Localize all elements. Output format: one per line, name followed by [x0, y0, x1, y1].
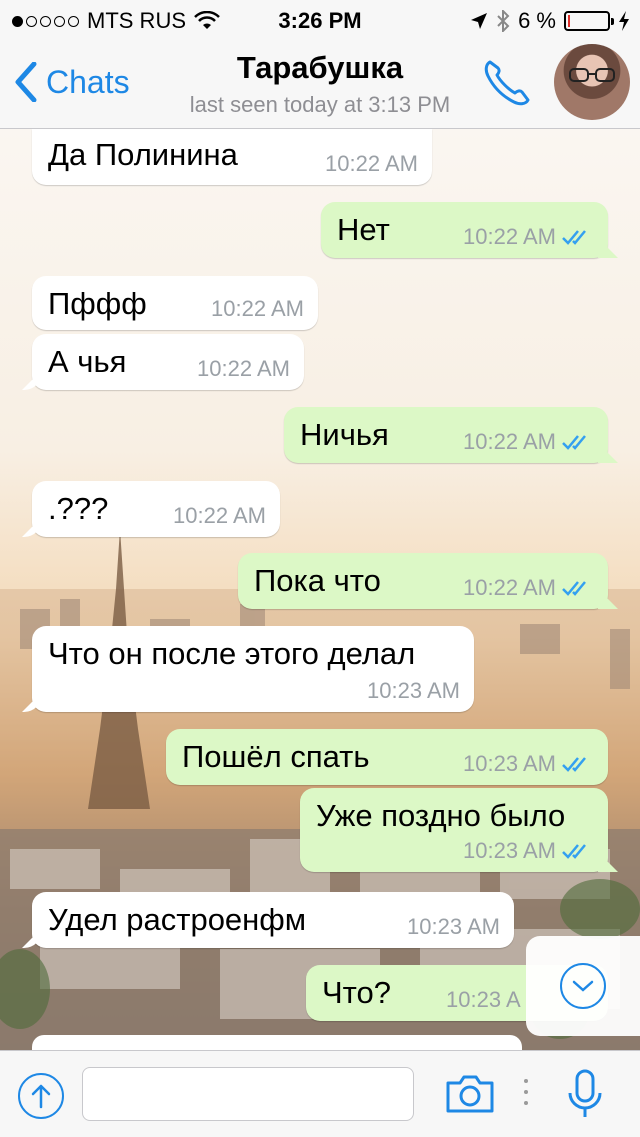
incoming-message[interactable]: Удел растроенфм 10:23 AM: [32, 892, 514, 948]
message-text: Пока что: [254, 563, 381, 598]
back-label: Chats: [46, 63, 130, 100]
message-text: Уже поздно было: [316, 798, 566, 833]
next-message-preview: [32, 1035, 522, 1050]
message-timestamp: 10:22 AM: [211, 296, 304, 321]
message-text: .???: [48, 491, 109, 526]
chat-header: Chats Тарабушка last seen today at 3:13 …: [0, 40, 640, 129]
incoming-message[interactable]: Да Полинина 10:22 AM: [32, 129, 432, 185]
phone-call-icon[interactable]: [482, 56, 530, 108]
contact-name[interactable]: Тарабушка: [150, 50, 490, 86]
status-right: 6 %: [470, 8, 630, 34]
scroll-to-bottom-button[interactable]: [526, 936, 640, 1036]
battery-percent: 6 %: [518, 8, 556, 33]
outgoing-message[interactable]: Нет 10:22 AM: [321, 202, 608, 258]
message-timestamp: 10:22 AM: [325, 151, 418, 176]
battery-icon: [564, 11, 614, 31]
message-timestamp: 10:23 A: [446, 987, 521, 1012]
message-time: 10:23 AM: [367, 678, 460, 704]
read-receipt-icon: [562, 230, 586, 245]
message-timestamp: 10:22 AM: [463, 575, 556, 600]
message-text: Да Полинина: [48, 137, 238, 172]
message-time: 10:22 AM: [211, 296, 304, 322]
chevron-left-icon: [15, 62, 37, 102]
message-timestamp: 10:22 AM: [463, 429, 556, 454]
divider-dots-icon: [524, 1079, 528, 1105]
outgoing-message[interactable]: Уже поздно было 10:23 AM: [300, 788, 608, 872]
message-text: Пошёл спать: [182, 739, 370, 774]
read-receipt-icon: [562, 844, 586, 859]
message-timestamp: 10:22 AM: [197, 356, 290, 381]
message-time: 10:22 AM: [463, 429, 594, 455]
message-timestamp: 10:23 AM: [463, 751, 556, 776]
outgoing-message[interactable]: Ничья 10:22 AM: [284, 407, 608, 463]
message-time: 10:23 AM: [463, 838, 594, 864]
message-timestamp: 10:23 AM: [367, 678, 460, 703]
message-time: 10:23 AM: [463, 751, 594, 777]
status-bar: MTS RUS 3:26 PM 6 %: [0, 0, 640, 40]
location-arrow-icon: [471, 13, 488, 29]
message-text: Удел растроенфм: [48, 902, 307, 937]
microphone-icon[interactable]: [566, 1069, 604, 1121]
message-time: 10:23 A: [446, 987, 521, 1013]
outgoing-message[interactable]: Пошёл спать 10:23 AM: [166, 729, 608, 785]
message-text: Пффф: [48, 286, 147, 321]
message-time: 10:23 AM: [407, 914, 500, 940]
message-time: 10:22 AM: [463, 224, 594, 250]
message-input[interactable]: [82, 1067, 414, 1121]
back-button[interactable]: Chats: [14, 62, 130, 102]
arrow-up-icon: [31, 1084, 51, 1109]
message-time: 10:22 AM: [173, 503, 266, 529]
message-text: Что он после этого делал: [48, 636, 416, 671]
incoming-message[interactable]: А чья 10:22 AM: [32, 334, 304, 390]
message-text: Ничья: [300, 417, 389, 452]
message-timestamp: 10:22 AM: [463, 224, 556, 249]
camera-icon[interactable]: [444, 1071, 496, 1115]
message-time: 10:22 AM: [325, 151, 418, 177]
bluetooth-icon: [497, 10, 510, 32]
battery-fill: [568, 15, 570, 27]
message-time: 10:22 AM: [197, 356, 290, 382]
message-timestamp: 10:23 AM: [463, 838, 556, 863]
read-receipt-icon: [562, 435, 586, 450]
read-receipt-icon: [562, 757, 586, 772]
incoming-message[interactable]: Что он после этого делал 10:23 AM: [32, 626, 474, 712]
message-timestamp: 10:22 AM: [173, 503, 266, 528]
contact-avatar[interactable]: [554, 44, 630, 120]
attach-button[interactable]: [18, 1073, 64, 1119]
message-timestamp: 10:23 AM: [407, 914, 500, 939]
composer-bar: [0, 1050, 640, 1137]
message-text: Что?: [322, 975, 391, 1010]
avatar-photo: [569, 68, 615, 82]
message-time: 10:22 AM: [463, 575, 594, 601]
incoming-message[interactable]: .??? 10:22 AM: [32, 481, 280, 537]
last-seen-status: last seen today at 3:13 PM: [189, 92, 451, 117]
incoming-message[interactable]: Пффф 10:22 AM: [32, 276, 318, 330]
read-receipt-icon: [562, 581, 586, 596]
message-list[interactable]: Да Полинина 10:22 AM Нет 10:22 AM Пффф 1…: [0, 129, 640, 1050]
chevron-down-icon: [560, 963, 606, 1009]
message-text: А чья: [48, 344, 127, 379]
message-text: Нет: [337, 212, 390, 247]
charging-bolt-icon: [619, 11, 629, 31]
outgoing-message[interactable]: Пока что 10:22 AM: [238, 553, 608, 609]
